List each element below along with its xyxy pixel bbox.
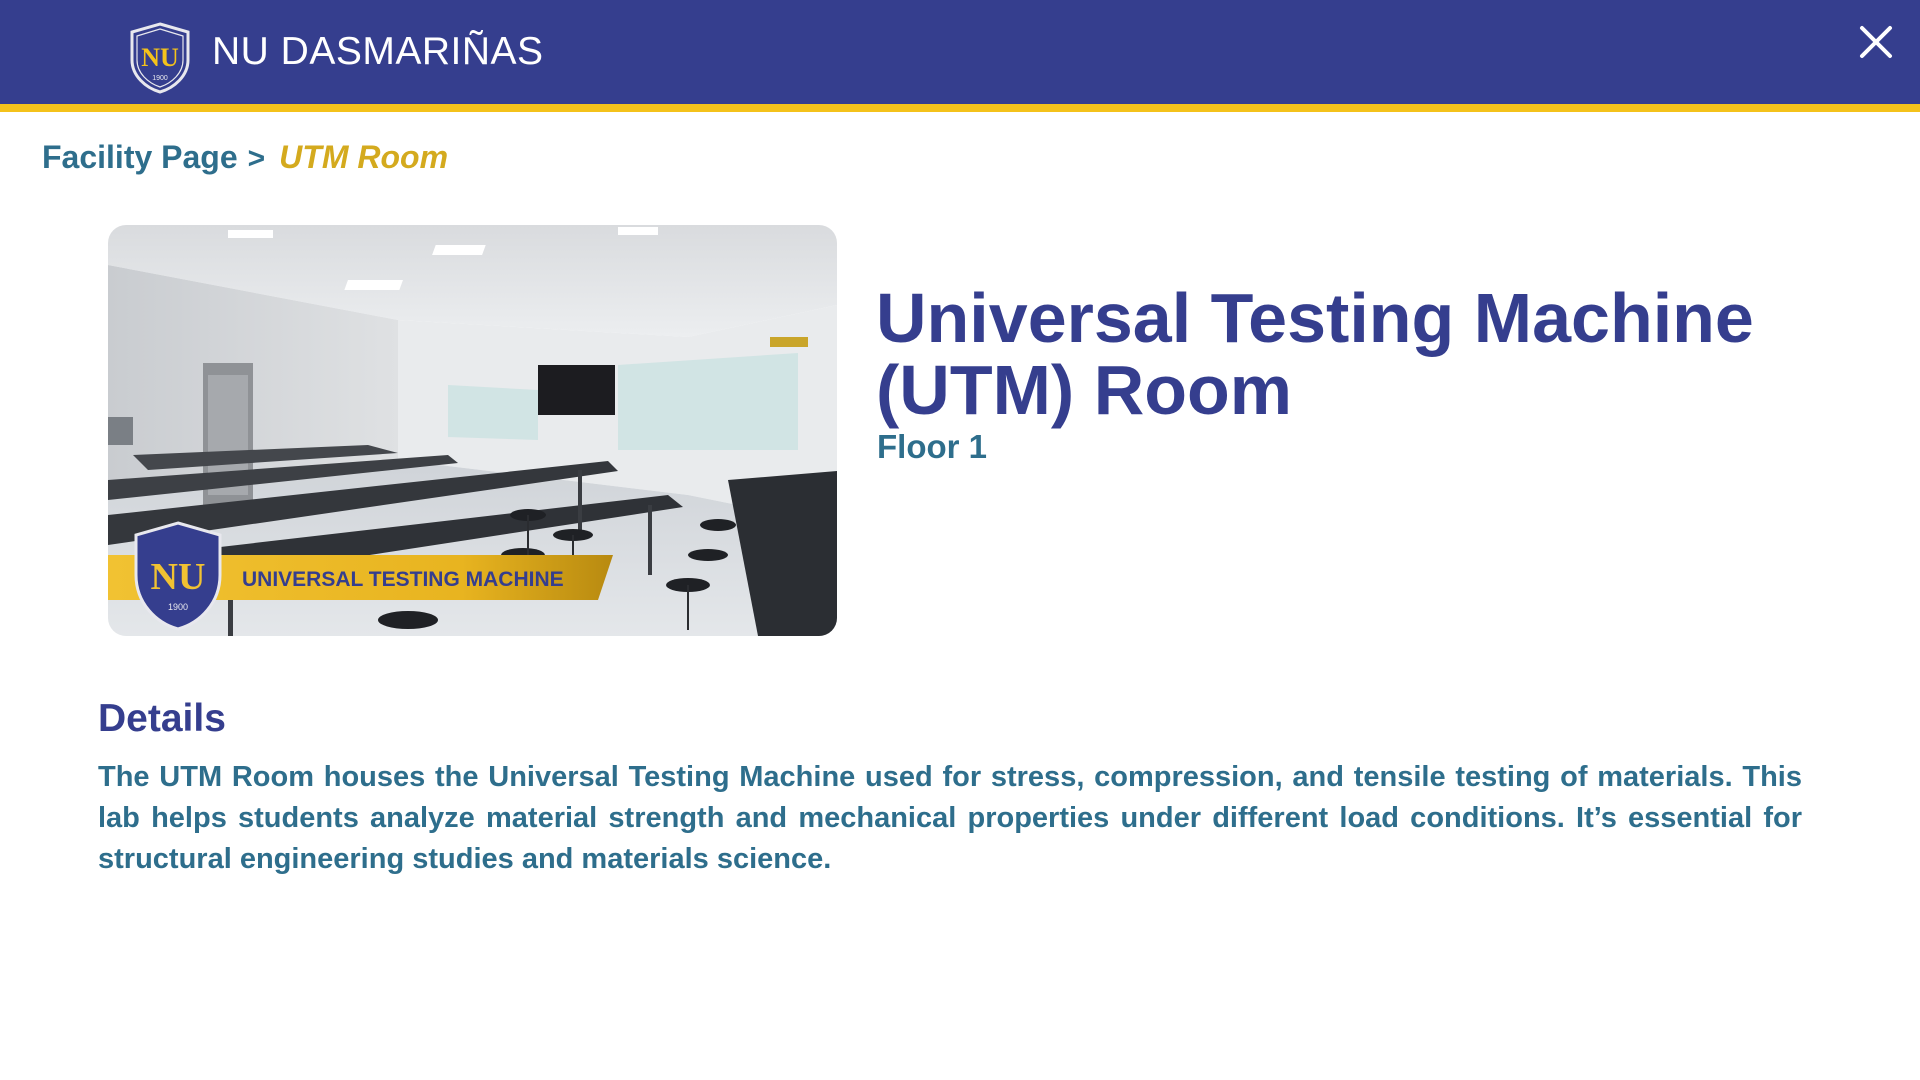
details-heading: Details [98, 697, 226, 740]
breadcrumb-facility-page-link[interactable]: Facility Page [42, 139, 238, 176]
photo-banner-text: UNIVERSAL TESTING MACHINE [242, 568, 564, 591]
breadcrumb-current: UTM Room [279, 139, 449, 175]
svg-text:1900: 1900 [152, 75, 168, 82]
facility-floor: Floor 1 [877, 428, 988, 465]
close-icon[interactable] [1856, 22, 1896, 62]
svg-text:1900: 1900 [168, 602, 188, 612]
nu-logo: NU 1900 [130, 22, 190, 94]
breadcrumb: Facility Page > UTM Room [42, 139, 448, 176]
facility-photo: UNIVERSAL TESTING MACHINE NU 1900 [108, 225, 837, 636]
facility-title: Universal Testing Machine (UTM) Room [876, 279, 1754, 429]
svg-text:NU: NU [151, 556, 206, 598]
svg-text:NU: NU [141, 43, 179, 72]
details-description: The UTM Room houses the Universal Testin… [98, 761, 1802, 875]
breadcrumb-separator: > [247, 142, 266, 175]
brand-name: NU DASMARIÑAS [212, 30, 544, 73]
header-bar: NU 1900 NU DASMARIÑAS [0, 0, 1920, 112]
